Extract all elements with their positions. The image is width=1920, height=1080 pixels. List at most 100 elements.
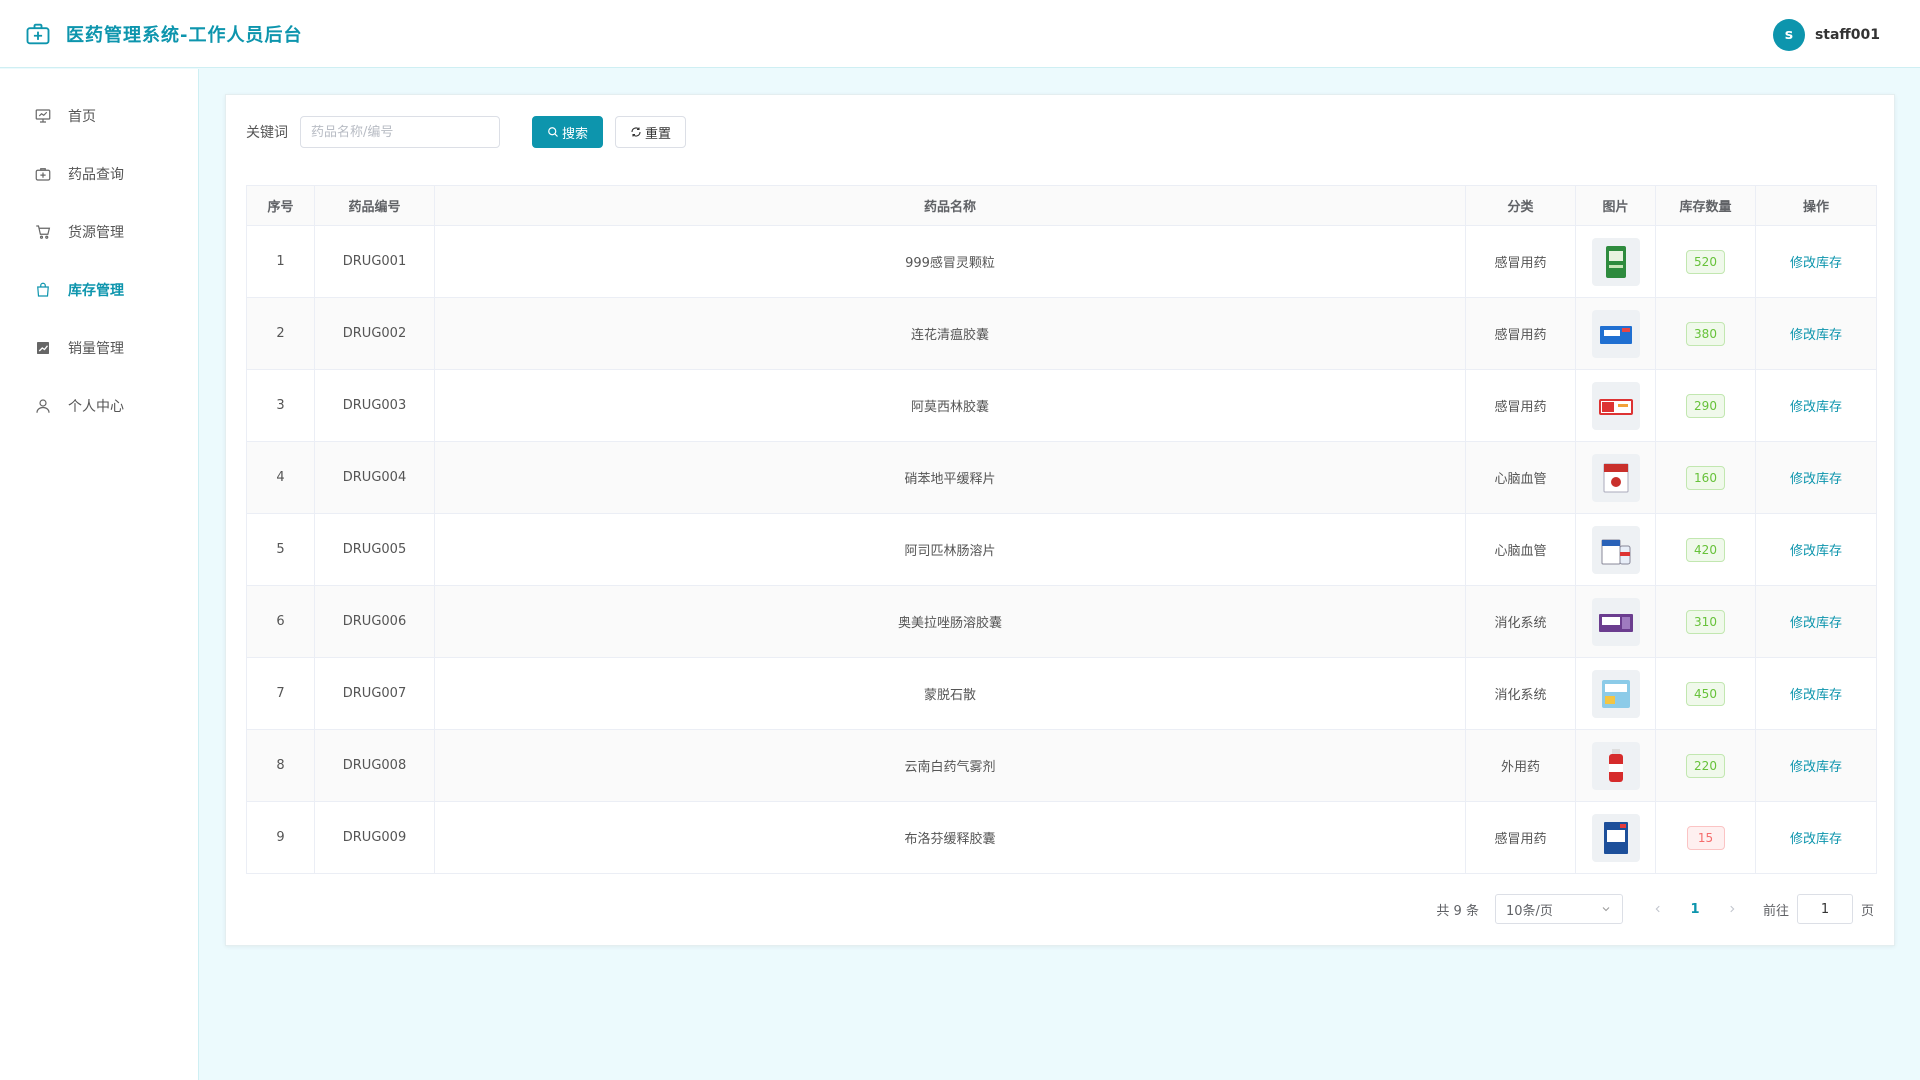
row-index: 5: [246, 513, 315, 586]
inventory-table: 序号 药品编号 药品名称 分类 图片 库存数量 操作 1 DRUG001 999…: [246, 185, 1877, 874]
stock-badge: 380: [1686, 321, 1725, 346]
table-row: 8 DRUG008 云南白药气雾剂 外用药 220 修改库存: [246, 729, 1877, 802]
sidebar-item-inventory[interactable]: 库存管理: [0, 261, 198, 319]
sidebar-item-label: 销量管理: [68, 341, 124, 357]
drug-thumbnail[interactable]: [1591, 525, 1640, 574]
drug-thumbnail[interactable]: [1591, 237, 1640, 286]
search-button-label: 搜索: [562, 126, 589, 142]
drug-thumbnail[interactable]: [1591, 453, 1640, 502]
table-row: 9 DRUG009 布洛芬缓释胶囊 感冒用药 15 修改库存: [246, 801, 1877, 874]
column-header: 序号: [246, 185, 315, 226]
drug-code: DRUG005: [314, 513, 435, 586]
drug-category: 消化系统: [1465, 657, 1576, 730]
chevron-down-icon: [1602, 907, 1610, 912]
search-button[interactable]: 搜索: [532, 116, 604, 148]
search-input[interactable]: [300, 116, 500, 148]
user-name[interactable]: staff001: [1815, 27, 1880, 43]
prev-page-button[interactable]: [1647, 898, 1669, 920]
sidebar-item-label: 个人中心: [68, 399, 124, 415]
sidebar-item-sales[interactable]: 销量管理: [0, 319, 198, 377]
edit-stock-link[interactable]: 修改库存: [1790, 832, 1842, 847]
page-number-current[interactable]: 1: [1679, 902, 1711, 917]
page-size-select[interactable]: 10条/页: [1494, 894, 1623, 924]
chevron-left-icon: [1655, 905, 1660, 913]
sidebar-item-label: 库存管理: [68, 283, 124, 299]
drug-thumbnail[interactable]: [1591, 741, 1640, 790]
goto-suffix: 页: [1860, 903, 1874, 919]
drug-category: 心脑血管: [1465, 513, 1576, 586]
goto-page-input[interactable]: [1796, 894, 1853, 924]
drug-category: 感冒用药: [1465, 225, 1576, 298]
edit-stock-link[interactable]: 修改库存: [1790, 400, 1842, 415]
row-index: 7: [246, 657, 315, 730]
table-row: 6 DRUG006 奥美拉唑肠溶胶囊 消化系统 310 修改库存: [246, 585, 1877, 658]
edit-stock-link[interactable]: 修改库存: [1790, 328, 1842, 343]
stock-badge: 520: [1686, 249, 1725, 274]
user-icon: [36, 399, 50, 413]
column-header: 药品编号: [314, 185, 435, 226]
table-header-row: 序号 药品编号 药品名称 分类 图片 库存数量 操作: [246, 185, 1877, 226]
app-title: 医药管理系统-工作人员后台: [66, 25, 303, 46]
row-index: 3: [246, 369, 315, 442]
drug-thumbnail[interactable]: [1591, 381, 1640, 430]
edit-stock-link[interactable]: 修改库存: [1790, 256, 1842, 271]
pagination: 共 9 条 10条/页 1 前往 页: [1436, 894, 1874, 924]
stock-badge: 420: [1686, 537, 1725, 562]
drug-name: 硝苯地平缓释片: [434, 441, 1466, 514]
drug-code: DRUG004: [314, 441, 435, 514]
sidebar-item-profile[interactable]: 个人中心: [0, 377, 198, 435]
edit-stock-link[interactable]: 修改库存: [1790, 472, 1842, 487]
user-menu[interactable]: s staff001: [1772, 19, 1880, 51]
drug-category: 感冒用药: [1465, 801, 1576, 874]
sidebar-item-drug-query[interactable]: 药品查询: [0, 145, 198, 203]
table-row: 2 DRUG002 连花清瘟胶囊 感冒用药 380 修改库存: [246, 297, 1877, 370]
refresh-icon: [631, 127, 641, 137]
stock-badge: 220: [1686, 753, 1725, 778]
next-page-button[interactable]: [1721, 898, 1743, 920]
row-index: 8: [246, 729, 315, 802]
page-nav: 1: [1647, 898, 1743, 920]
shopping-cart-icon: [36, 225, 51, 239]
reset-button[interactable]: 重置: [615, 116, 687, 148]
row-index: 4: [246, 441, 315, 514]
drug-category: 消化系统: [1465, 585, 1576, 658]
drug-category: 感冒用药: [1465, 297, 1576, 370]
drug-code: DRUG008: [314, 729, 435, 802]
drug-thumbnail[interactable]: [1591, 669, 1640, 718]
avatar[interactable]: s: [1772, 19, 1805, 51]
drug-code: DRUG007: [314, 657, 435, 730]
edit-stock-link[interactable]: 修改库存: [1790, 616, 1842, 631]
trend-chart-icon: [37, 342, 49, 354]
sidebar-item-home[interactable]: 首页: [0, 87, 198, 145]
sidebar-item-supply[interactable]: 货源管理: [0, 203, 198, 261]
drug-thumbnail[interactable]: [1591, 309, 1640, 358]
drug-code: DRUG006: [314, 585, 435, 658]
drug-name: 999感冒灵颗粒: [434, 225, 1466, 298]
stock-badge: 160: [1686, 465, 1725, 490]
sidebar-item-label: 首页: [68, 109, 96, 125]
column-header: 分类: [1465, 185, 1576, 226]
drug-code: DRUG009: [314, 801, 435, 874]
drug-name: 阿莫西林胶囊: [434, 369, 1466, 442]
drug-thumbnail[interactable]: [1591, 597, 1640, 646]
table-row: 5 DRUG005 阿司匹林肠溶片 心脑血管 420 修改库存: [246, 513, 1877, 586]
drug-category: 感冒用药: [1465, 369, 1576, 442]
edit-stock-link[interactable]: 修改库存: [1790, 544, 1842, 559]
goto-prefix: 前往: [1762, 903, 1789, 919]
drug-category: 心脑血管: [1465, 441, 1576, 514]
search-icon: [548, 127, 558, 137]
table-row: 1 DRUG001 999感冒灵颗粒 感冒用药 520 修改库存: [246, 225, 1877, 298]
row-index: 1: [246, 225, 315, 298]
drug-thumbnail[interactable]: [1591, 813, 1640, 862]
stock-badge: 450: [1686, 681, 1725, 706]
edit-stock-link[interactable]: 修改库存: [1790, 688, 1842, 703]
brand: 医药管理系统-工作人员后台: [24, 20, 302, 48]
stock-badge-low: 15: [1686, 825, 1725, 850]
drug-name: 连花清瘟胶囊: [434, 297, 1466, 370]
total-count: 共 9 条: [1436, 903, 1479, 919]
drug-code: DRUG001: [314, 225, 435, 298]
edit-stock-link[interactable]: 修改库存: [1790, 760, 1842, 775]
stock-badge: 290: [1686, 393, 1725, 418]
column-header: 操作: [1755, 185, 1877, 226]
top-header: 医药管理系统-工作人员后台 s staff001: [0, 0, 1920, 68]
